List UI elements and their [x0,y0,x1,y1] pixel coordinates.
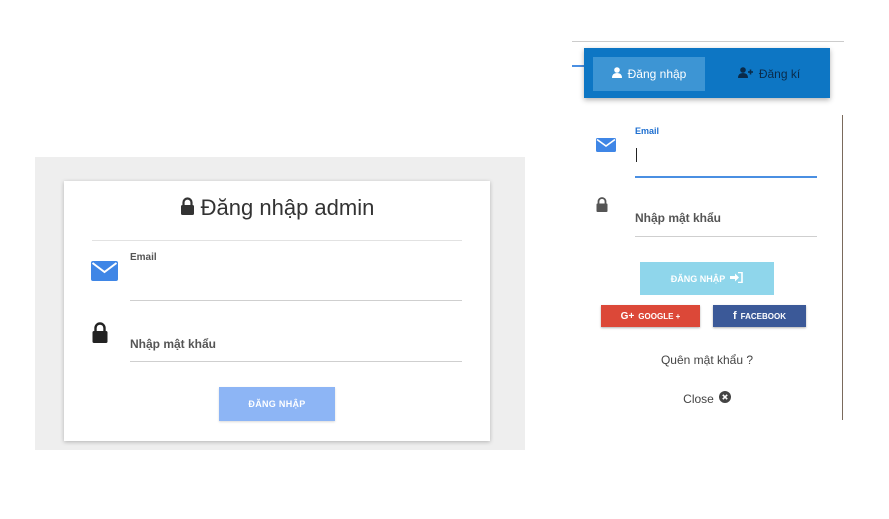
lock-icon [180,195,195,221]
sign-in-icon [730,271,744,285]
password-input[interactable] [635,200,817,237]
divider [842,115,843,420]
forgot-password-link[interactable]: Quên mật khẩu ? [640,353,774,367]
facebook-icon: f [732,310,737,322]
close-label: Close [683,391,714,406]
tab-login[interactable]: Đăng nhập [593,57,705,91]
tab-login-label: Đăng nhập [627,67,687,81]
tab-register-label: Đăng kí [758,67,801,81]
login-button[interactable]: ĐĂNG NHẬP [219,387,335,421]
admin-title-text: Đăng nhập admin [200,195,375,220]
user-icon [611,67,622,81]
email-label: Email [635,126,660,136]
tab-bar: Đăng nhập Đăng kí [584,48,830,98]
admin-title: Đăng nhập admin [64,195,490,221]
google-login-button[interactable]: G+ GOOGLE + [601,305,700,327]
text-cursor [636,148,637,162]
tab-register[interactable]: Đăng kí [714,57,824,91]
close-button[interactable]: Close [660,391,754,406]
envelope-icon [91,261,118,286]
email-input[interactable] [130,267,462,301]
admin-login-card: Đăng nhập admin Email ĐĂNG NHẬP [64,181,490,441]
email-input[interactable] [635,143,817,178]
google-plus-icon: G+ [620,310,635,322]
close-circle-icon [718,391,731,406]
envelope-icon [596,138,616,157]
user-plus-icon [737,67,753,81]
divider [92,240,462,241]
divider [572,65,584,67]
facebook-login-button[interactable]: f FACEBOOK [713,305,806,327]
login-button-label: ĐĂNG NHẬP [670,273,726,284]
divider [572,41,844,42]
google-label: GOOGLE + [638,311,681,321]
login-button[interactable]: ĐĂNG NHẬP [640,262,774,295]
lock-icon [92,322,108,348]
password-input[interactable] [130,327,462,362]
email-label: Email [130,252,157,263]
facebook-label: FACEBOOK [740,311,786,321]
lock-icon [596,197,608,217]
